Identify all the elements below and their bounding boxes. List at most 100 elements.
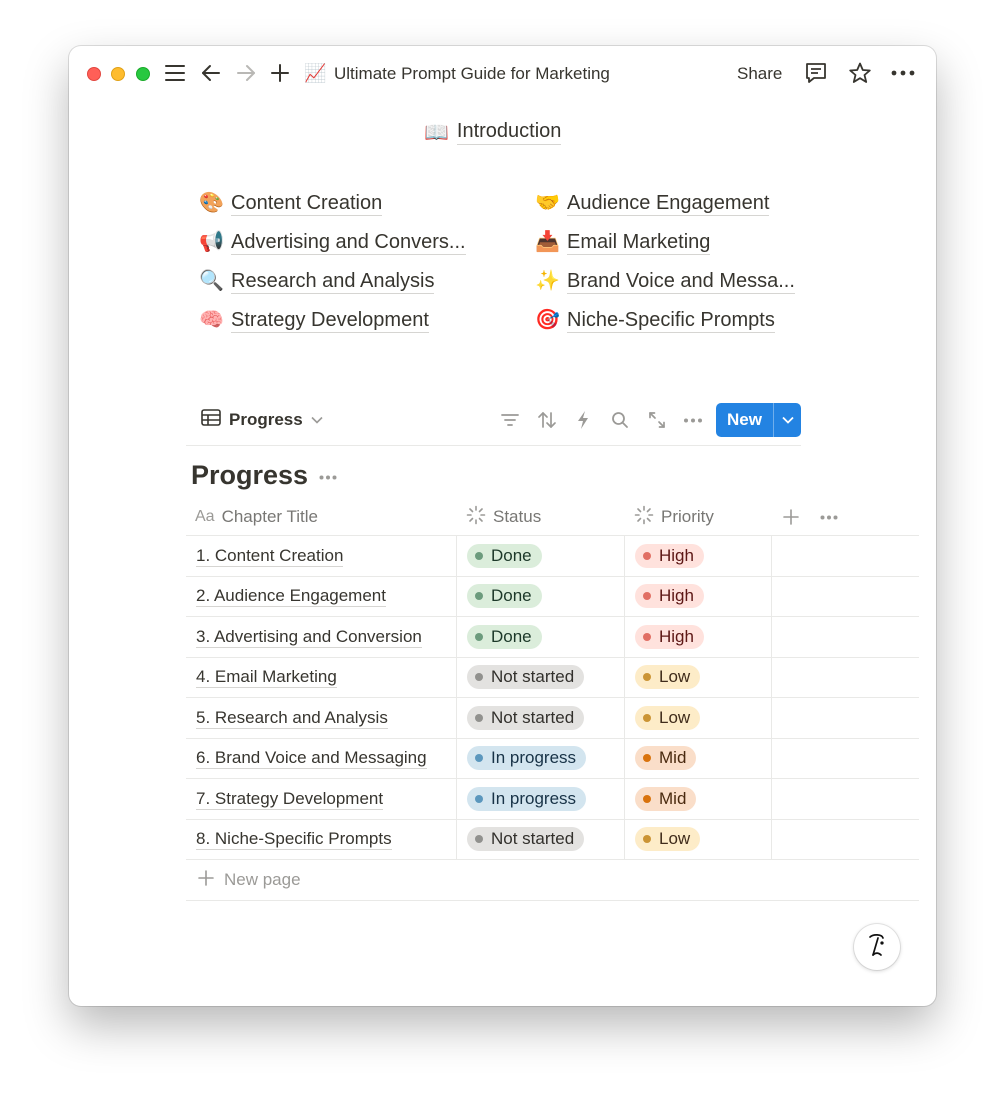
plus-icon[interactable] [268, 61, 292, 85]
chapter-title[interactable]: 7. Strategy Development [196, 788, 384, 810]
cell-priority[interactable]: Low [624, 819, 771, 859]
page-breadcrumb-title[interactable]: Ultimate Prompt Guide for Marketing [334, 63, 610, 85]
cell-empty[interactable] [771, 657, 919, 697]
chapter-title[interactable]: 4. Email Marketing [196, 666, 337, 689]
introduction-link[interactable]: 📖 Introduction [424, 120, 562, 145]
new-page-button[interactable]: New page [186, 860, 919, 901]
column-header-label: Priority [661, 507, 714, 526]
database-more-icon[interactable] [317, 466, 339, 488]
cell-empty[interactable] [771, 738, 919, 778]
cell-status[interactable]: In progress [456, 738, 624, 778]
close-window-button[interactable] [87, 67, 101, 81]
priority-badge: Low [635, 665, 701, 690]
cell-status[interactable]: In progress [456, 779, 624, 819]
priority-label: Mid [659, 788, 687, 808]
priority-dot [643, 632, 651, 641]
lightning-icon[interactable] [571, 408, 595, 432]
sidebar-menu-icon[interactable] [163, 61, 187, 85]
table-row[interactable]: 7. Strategy Development In progress Mid [186, 779, 919, 820]
text-type-icon: Aa [195, 508, 215, 525]
cell-empty[interactable] [771, 617, 919, 657]
table-row[interactable]: 8. Niche-Specific Prompts Not started Low [186, 819, 919, 860]
page-link-email-marketing[interactable]: 📥 Email Marketing [535, 228, 711, 256]
cell-priority[interactable]: High [624, 617, 771, 657]
cell-title[interactable]: 2. Audience Engagement [186, 577, 456, 617]
cell-status[interactable]: Done [456, 536, 624, 576]
sort-icon[interactable] [535, 408, 559, 432]
handshake-icon: 🤝 [535, 192, 560, 214]
minimize-window-button[interactable] [111, 67, 125, 81]
cell-priority[interactable]: High [624, 536, 771, 576]
page-link-strategy-development[interactable]: 🧠 Strategy Development [199, 306, 429, 334]
cell-priority[interactable]: High [624, 576, 771, 616]
chapter-title[interactable]: 1. Content Creation [196, 545, 344, 567]
column-header-status[interactable]: Status [466, 498, 541, 536]
new-button[interactable]: New [716, 403, 801, 437]
cell-title[interactable]: 5. Research and Analysis [186, 698, 456, 738]
cell-status[interactable]: Done [456, 617, 624, 657]
table-row[interactable]: 5. Research and Analysis Not started Low [186, 698, 919, 739]
cell-priority[interactable]: Low [624, 657, 771, 697]
column-header-priority[interactable]: Priority [634, 498, 714, 536]
add-column-icon[interactable] [783, 498, 799, 536]
cell-title[interactable]: 8. Niche-Specific Prompts [186, 820, 456, 860]
cell-title[interactable]: 3. Advertising and Conversion [186, 617, 456, 657]
cell-empty[interactable] [771, 576, 919, 616]
column-more-icon[interactable] [820, 498, 838, 536]
cell-status[interactable]: Not started [456, 657, 624, 697]
column-header-title[interactable]: Aa Chapter Title [195, 498, 318, 536]
expand-icon[interactable] [645, 408, 669, 432]
page-link-audience-engagement[interactable]: 🤝 Audience Engagement [535, 189, 770, 217]
page-link-advertising[interactable]: 📢 Advertising and Convers... [199, 228, 466, 256]
cell-empty[interactable] [771, 698, 919, 738]
cell-empty[interactable] [771, 536, 919, 576]
cell-status[interactable]: Done [456, 576, 624, 616]
chapter-title[interactable]: 5. Research and Analysis [196, 707, 388, 729]
table-row[interactable]: 6. Brand Voice and Messaging In progress M… [186, 738, 919, 779]
page-link-research-analysis[interactable]: 🔍 Research and Analysis [199, 267, 435, 295]
table-row[interactable]: 2. Audience Engagement Done High [186, 576, 919, 617]
cell-title[interactable]: 7. Strategy Development [186, 779, 456, 819]
cell-title[interactable]: 6. Brand Voice and Messaging [186, 739, 456, 779]
share-button[interactable]: Share [737, 63, 782, 85]
cell-empty[interactable] [771, 779, 919, 819]
view-selector[interactable]: Progress [201, 409, 323, 431]
page-link-brand-voice[interactable]: ✨ Brand Voice and Messa... [535, 267, 795, 295]
title-bar: 📈 Ultimate Prompt Guide for Marketing Sh… [69, 46, 936, 102]
chapter-title[interactable]: 8. Niche-Specific Prompts [196, 828, 392, 851]
priority-badge: Mid [635, 786, 697, 811]
page-link-content-creation[interactable]: 🎨 Content Creation [199, 189, 383, 217]
cell-priority[interactable]: Mid [624, 779, 771, 819]
search-icon[interactable] [608, 408, 632, 432]
cell-empty[interactable] [771, 819, 919, 859]
chapter-title[interactable]: 3. Advertising and Conversion [196, 626, 422, 648]
status-dot [475, 713, 483, 722]
more-icon[interactable] [891, 61, 915, 85]
cell-status[interactable]: Not started [456, 698, 624, 738]
cell-priority[interactable]: Mid [624, 738, 771, 778]
table-row[interactable]: 1. Content Creation Done High [186, 536, 919, 577]
cell-status[interactable]: Not started [456, 819, 624, 859]
chapter-title[interactable]: 6. Brand Voice and Messaging [196, 747, 427, 770]
chapter-title[interactable]: 2. Audience Engagement [196, 585, 386, 608]
back-arrow-icon[interactable] [199, 61, 223, 85]
comment-icon[interactable] [804, 61, 828, 85]
status-badge: Not started [467, 827, 585, 852]
plus-icon [198, 869, 214, 891]
page-link-niche-specific[interactable]: 🎯 Niche-Specific Prompts [535, 306, 775, 334]
star-icon[interactable] [848, 61, 872, 85]
help-button[interactable] [854, 924, 900, 970]
cell-title[interactable]: 1. Content Creation [186, 536, 456, 576]
cell-title[interactable]: 4. Email Marketing [186, 658, 456, 698]
progress-table: Aa Chapter Title Status Priority 1. Cont… [186, 498, 919, 901]
cell-priority[interactable]: Low [624, 698, 771, 738]
chevron-down-icon[interactable] [774, 416, 801, 424]
table-row[interactable]: 4. Email Marketing Not started Low [186, 657, 919, 698]
zoom-window-button[interactable] [136, 67, 150, 81]
view-more-icon[interactable] [681, 408, 705, 432]
column-header-label: Status [493, 507, 542, 526]
filter-icon[interactable] [498, 408, 522, 432]
forward-arrow-icon[interactable] [234, 61, 258, 85]
table-row[interactable]: 3. Advertising and Conversion Done High [186, 617, 919, 658]
database-title[interactable]: Progress [191, 460, 308, 491]
